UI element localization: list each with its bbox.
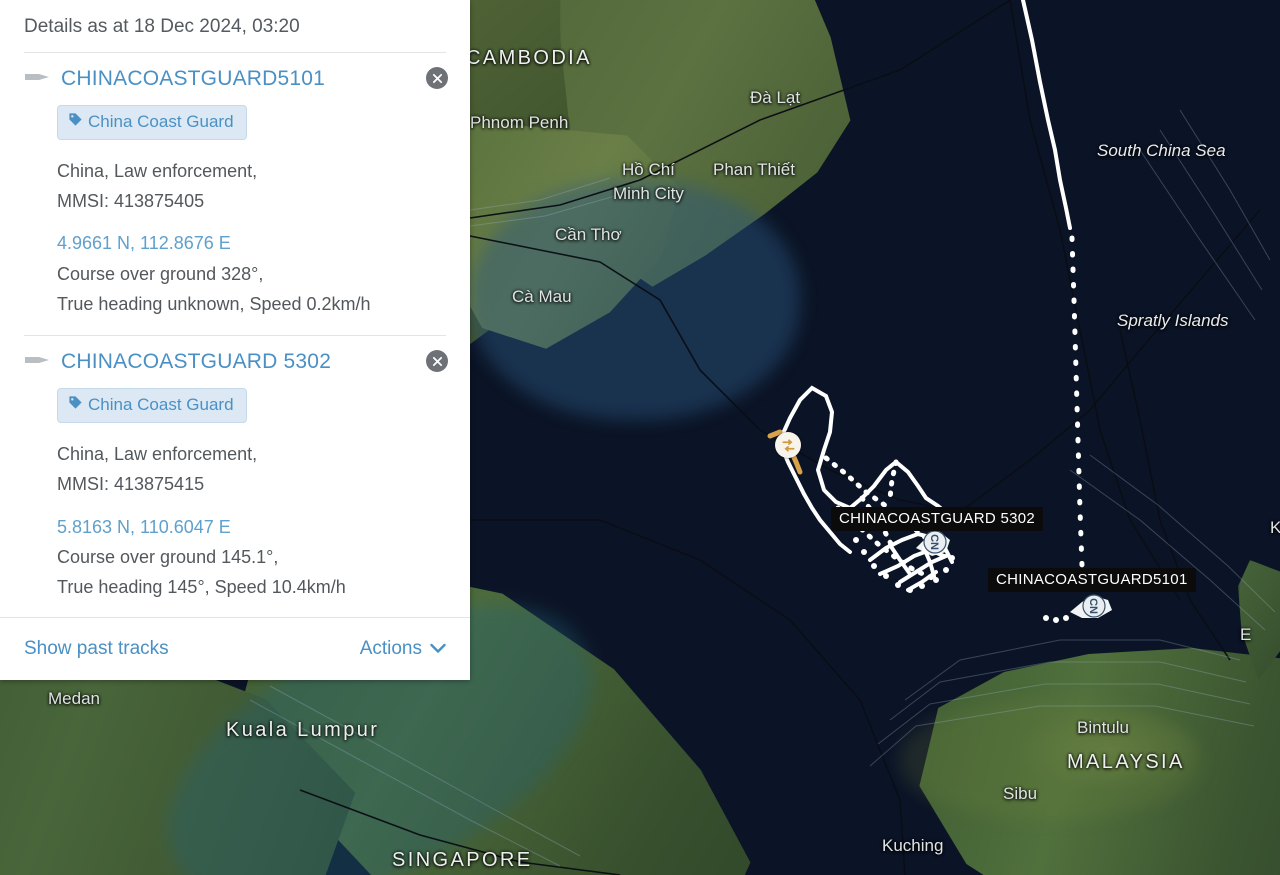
actions-dropdown[interactable]: Actions: [360, 638, 446, 660]
chevron-down-icon: [430, 638, 446, 660]
ship-icon: [24, 353, 50, 372]
svg-text:CN: CN: [1087, 598, 1099, 614]
vessel-header: CHINACOASTGUARD5101: [24, 67, 446, 91]
actions-label: Actions: [359, 638, 422, 659]
vessel-tag-label: China Coast Guard: [88, 112, 234, 131]
tag-icon: [68, 112, 83, 132]
show-past-tracks-button[interactable]: Show past tracks: [24, 638, 169, 660]
vessel-meta: China, Law enforcement, MMSI: 413875415: [57, 439, 446, 499]
vessel-map-label[interactable]: CHINACOASTGUARD5101: [988, 568, 1196, 592]
vessel-entry-5101[interactable]: CHINACOASTGUARD5101 China Coast Guard Ch…: [0, 53, 470, 335]
vessel-navigation: Course over ground 145.1°, True heading …: [57, 542, 446, 602]
page-title: Details as at 18 Dec 2024, 03:20: [24, 16, 300, 37]
ship-icon: [24, 70, 50, 89]
vessel-coordinates-link[interactable]: 5.8163 N, 110.6047 E: [57, 512, 446, 542]
vessel-track-5101: [1021, 0, 1085, 569]
close-circle-icon[interactable]: [426, 350, 448, 373]
vessel-flag-type: China, Law enforcement,: [57, 161, 258, 181]
vessel-course: Course over ground 145.1°,: [57, 546, 279, 567]
vessel-mmsi: MMSI: 413875405: [57, 191, 205, 212]
track-point-icon[interactable]: [775, 432, 801, 458]
svg-text:CN: CN: [928, 534, 940, 550]
vessel-meta: China, Law enforcement, MMSI: 413875405: [57, 156, 446, 216]
panel-footer: Show past tracks Actions: [0, 617, 470, 680]
vessel-tag-label: China Coast Guard: [88, 395, 234, 415]
vessel-tag-badge[interactable]: China Coast Guard: [57, 388, 247, 424]
vessel-heading-speed: True heading unknown, Speed 0.2km/h: [57, 293, 371, 314]
vessel-marker-5101: CN: [1043, 594, 1112, 623]
vessel-map-label[interactable]: CHINACOASTGUARD 5302: [831, 507, 1044, 531]
vessel-details-panel[interactable]: Details as at 18 Dec 2024, 03:20 CHINACO…: [0, 0, 470, 680]
vessel-heading-speed: True heading 145°, Speed 10.4km/h: [57, 577, 346, 598]
vessel-course: Course over ground 328°,: [57, 263, 264, 284]
vessel-tag-badge[interactable]: China Coast Guard: [57, 105, 247, 140]
vessel-navigation: Course over ground 328°, True heading un…: [57, 259, 446, 319]
tag-icon: [68, 395, 83, 415]
vessel-name-link[interactable]: CHINACOASTGUARD5101: [61, 67, 325, 91]
vessel-coordinates-link[interactable]: 4.9661 N, 112.8676 E: [57, 228, 446, 258]
vessel-entry-5302[interactable]: CHINACOASTGUARD 5302 China Coast Guard C…: [0, 336, 470, 618]
vessel-name-link[interactable]: CHINACOASTGUARD 5302: [61, 350, 331, 374]
vessel-header: CHINACOASTGUARD 5302: [24, 350, 446, 374]
vessel-mmsi: MMSI: 413875415: [57, 474, 205, 495]
vessel-flag-type: China, Law enforcement,: [57, 444, 258, 465]
close-circle-icon[interactable]: [426, 67, 448, 89]
